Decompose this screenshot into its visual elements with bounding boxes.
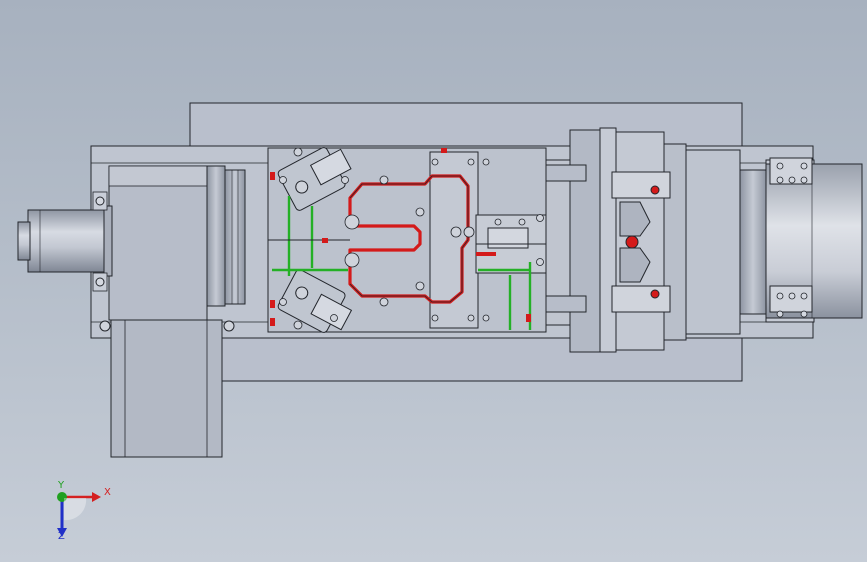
slide-block[interactable]	[545, 127, 617, 353]
left-motor-shaft[interactable]	[17, 205, 113, 277]
graphics-viewport[interactable]: X Y Z	[0, 0, 867, 562]
axis-x-label: X	[104, 487, 111, 498]
cad-model[interactable]	[0, 0, 867, 562]
axis-z-label: Z	[58, 531, 65, 542]
axis-y-label: Y	[58, 480, 65, 491]
spindle-head[interactable]	[611, 131, 687, 351]
